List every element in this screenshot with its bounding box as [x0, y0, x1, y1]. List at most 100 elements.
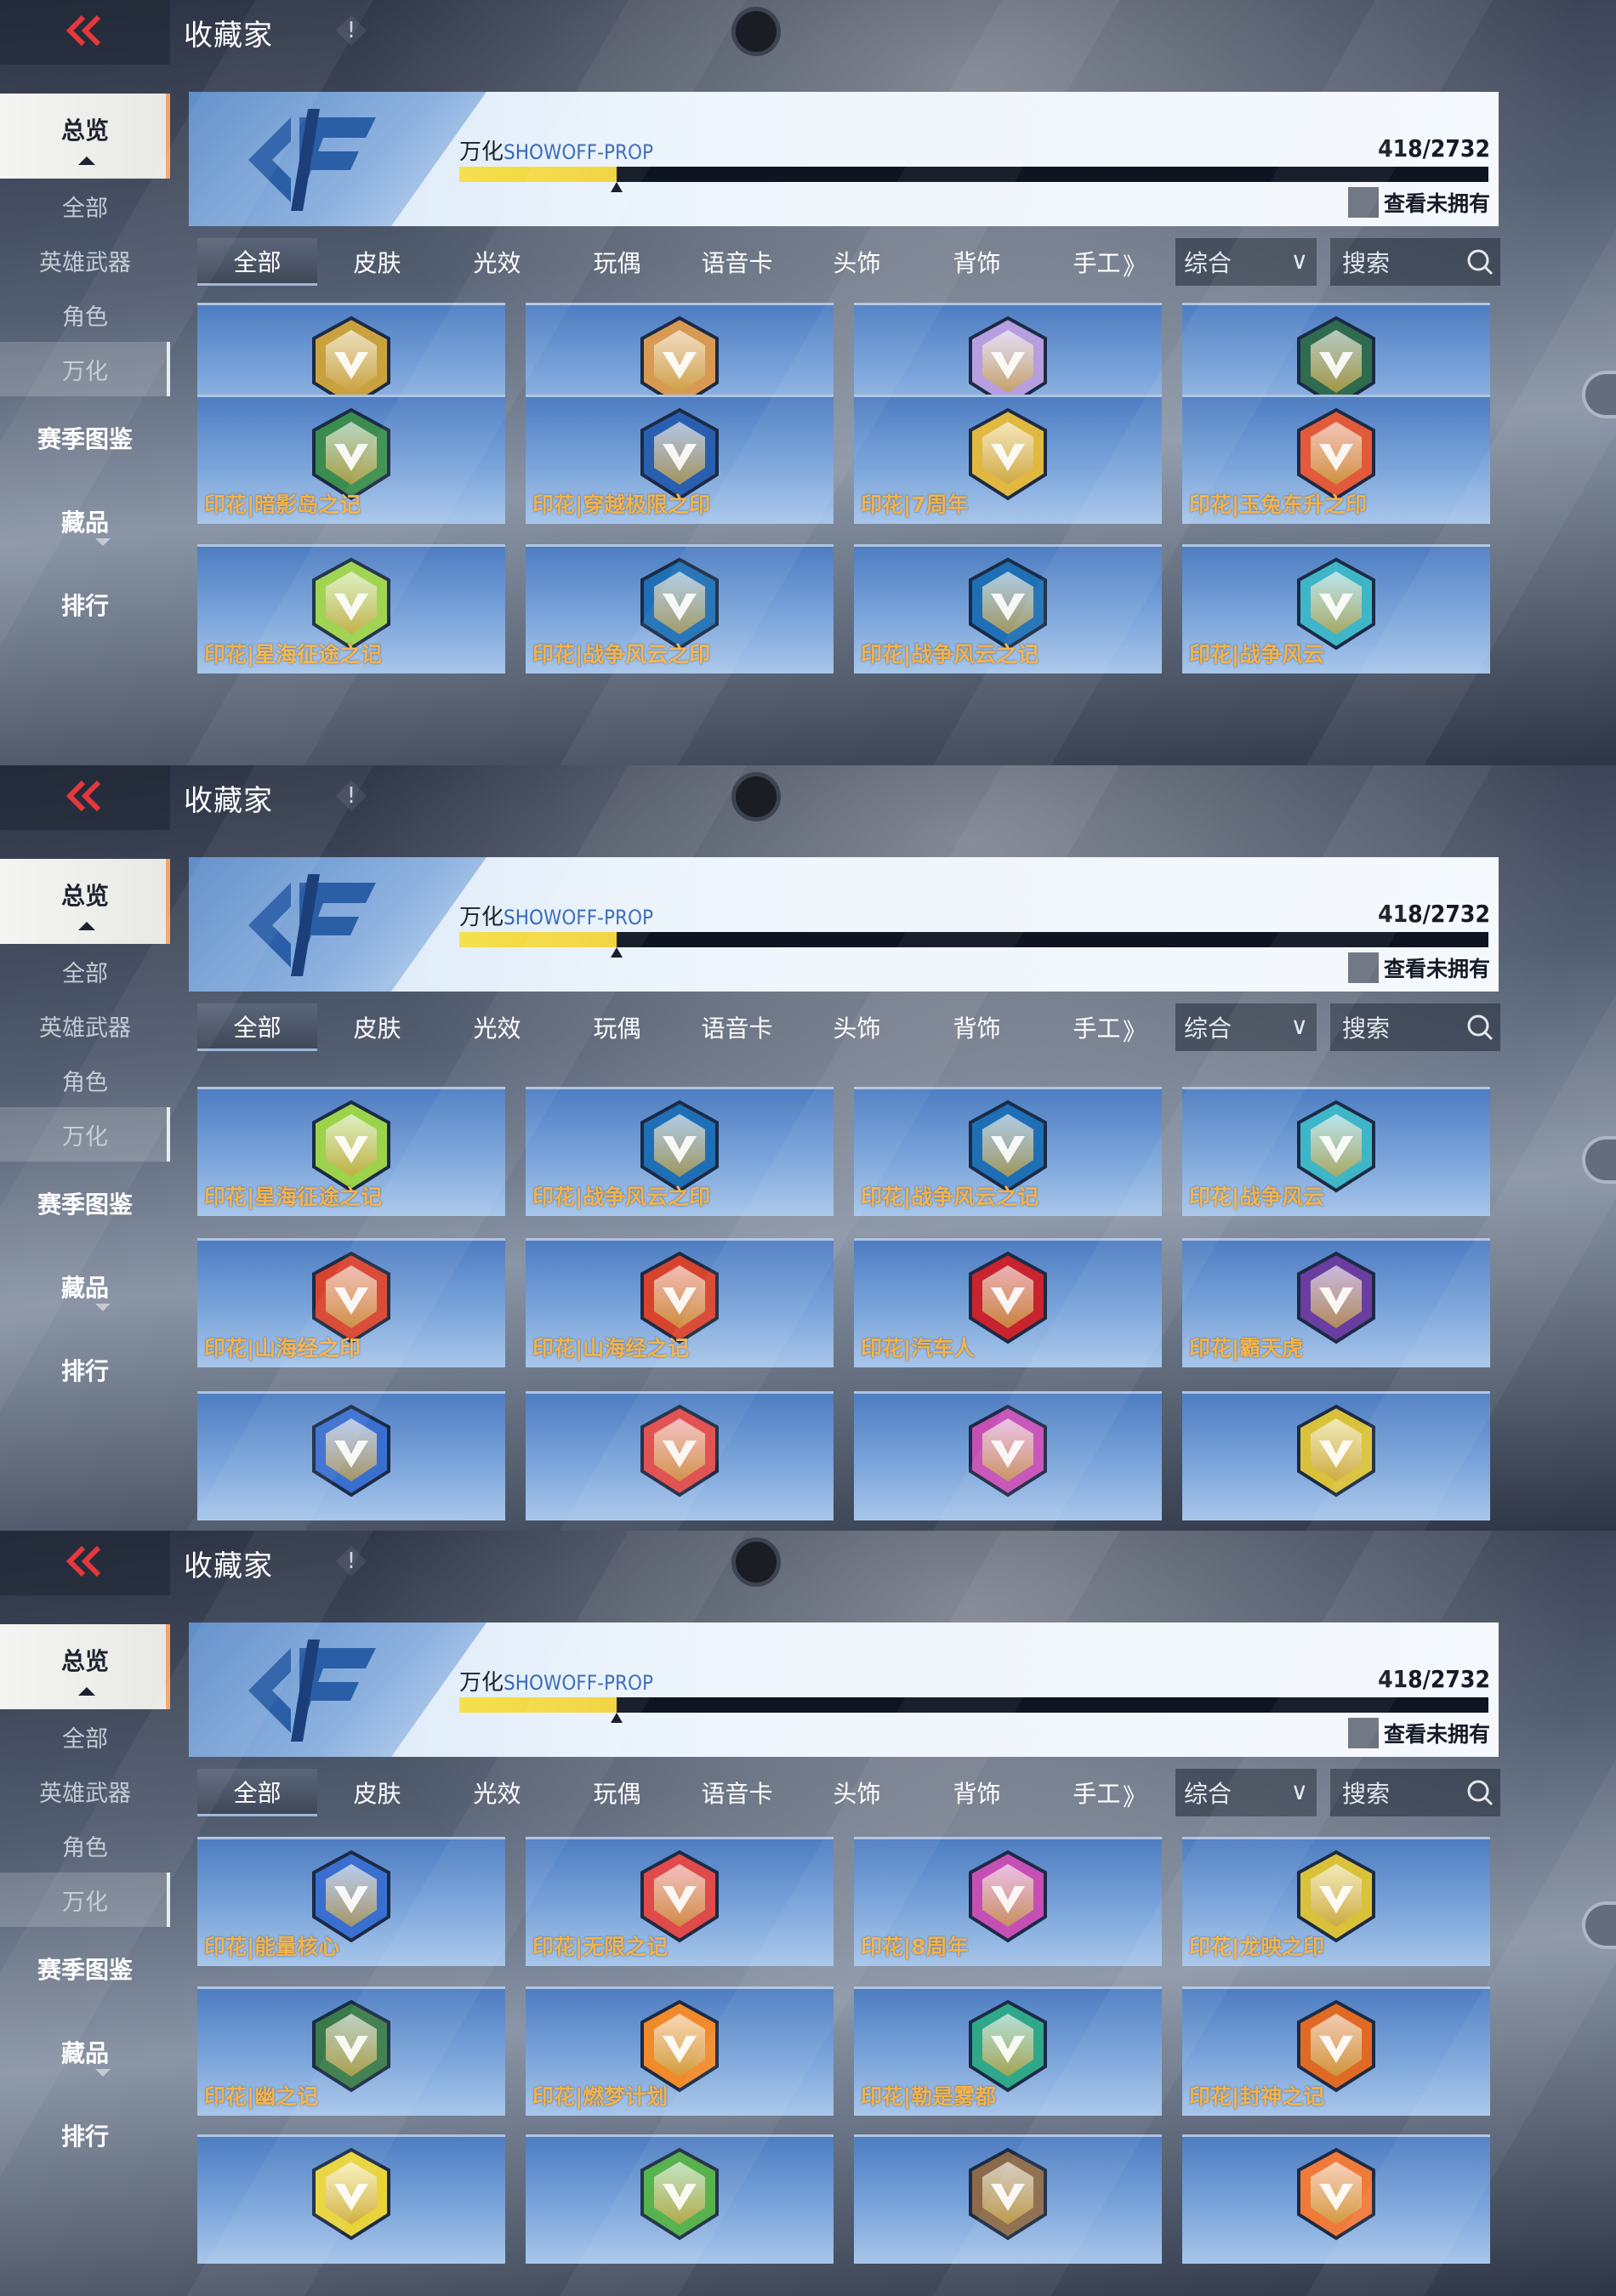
collection-item-card[interactable]: [1182, 2134, 1490, 2264]
collection-item-card[interactable]: 印花|能量核心: [197, 1837, 505, 1966]
sidebar-item-label: 排行: [60, 2123, 109, 2151]
collection-item-card[interactable]: 印花|战争风云之印: [526, 1087, 834, 1216]
collection-item-name: 印花|玉兔东升之印: [1189, 492, 1368, 517]
sidebar-item-overview[interactable]: 总览: [0, 1624, 170, 1709]
collector-panel: 收藏家! 总览 全部 英雄武器 角色 万化 赛季图鉴 藏品 排行 万化SHOWOFF-PROP 41…: [0, 0, 1616, 765]
collection-item-card[interactable]: 印花|8周年: [854, 1837, 1162, 1966]
sidebar-item-ranking[interactable]: 排行: [0, 2094, 170, 2177]
collector-panel: 收藏家! 总览 全部 英雄武器 角色 万化 赛季图鉴 藏品 排行 万化SHOWOFF-PROP 41…: [0, 765, 1616, 1531]
sidebar-item-season-atlas[interactable]: 赛季图鉴: [0, 396, 170, 480]
cf-logo-emblem-icon: [300, 2143, 402, 2245]
collection-item-card[interactable]: 印花|汽车人: [854, 1238, 1162, 1367]
sidebar-item-collectibles[interactable]: 藏品: [0, 480, 170, 563]
collection-item-name: 印花|勒是雾都: [861, 2084, 997, 2109]
collection-item-card[interactable]: 印花|战争风云之印: [526, 544, 834, 673]
collection-item-card[interactable]: [197, 1391, 505, 1520]
back-button[interactable]: [0, 1531, 170, 1595]
sidebar-item-all[interactable]: 全部: [0, 179, 170, 233]
sidebar-item-label: 角色: [62, 1069, 108, 1096]
collection-item-name: 印花|无限之记: [532, 1935, 669, 1959]
sidebar-item-hero-weapons[interactable]: 英雄武器: [0, 1764, 170, 1818]
collection-item-card[interactable]: 印花|燃梦计划: [526, 1986, 834, 2116]
collection-item-name: 印花|能量核心: [204, 1935, 340, 1959]
collection-item-name: 印花|战争风云之印: [532, 642, 711, 667]
collection-item-card[interactable]: 印花|暗影岛之记: [197, 395, 505, 524]
sidebar-item-hero-weapons[interactable]: 英雄武器: [0, 233, 170, 287]
collection-item-name: 印花|8周年: [861, 1935, 969, 1959]
sidebar-item-wanhua[interactable]: 万化: [0, 1873, 170, 1927]
sidebar-item-overview[interactable]: 总览: [0, 94, 170, 179]
collection-item-card[interactable]: 印花|战争风云之记: [854, 544, 1162, 673]
back-button[interactable]: [0, 0, 170, 65]
sidebar-item-label: 英雄武器: [39, 1014, 131, 1042]
sidebar-item-label: 赛季图鉴: [37, 425, 133, 453]
collection-item-card[interactable]: 印花|星海征途之记: [197, 1087, 505, 1216]
collection-item-card[interactable]: 印花|穿越极限之印: [526, 395, 834, 524]
caret-down-icon: [95, 2069, 111, 2077]
dragon-shadow-emblem-icon: [1285, 1400, 1387, 1502]
sidebar-item-wanhua[interactable]: 万化: [0, 342, 170, 396]
sidebar-item-ranking[interactable]: 排行: [0, 563, 170, 646]
floating-side-button[interactable]: [1582, 1136, 1616, 1184]
sidebar-item-characters[interactable]: 角色: [0, 287, 170, 342]
collection-item-name: 印花|战争风云之印: [532, 1185, 711, 1209]
sidebar-item-label: 全部: [62, 1725, 108, 1753]
collection-item-card[interactable]: [526, 1391, 834, 1520]
sidebar-item-label: 赛季图鉴: [37, 1191, 133, 1219]
collection-item-card[interactable]: [854, 1391, 1162, 1520]
collection-item-card[interactable]: [197, 2134, 505, 2264]
collection-item-card[interactable]: 印花|战争风云: [1182, 544, 1490, 673]
sidebar-item-all[interactable]: 全部: [0, 1709, 170, 1764]
sidebar-item-label: 赛季图鉴: [37, 1956, 133, 1984]
collection-item-name: 印花|龙映之印: [1189, 1935, 1325, 1959]
collection-item-card[interactable]: 印花|战争风云之记: [854, 1087, 1162, 1216]
eighth-anniversary-emblem-icon: [957, 1845, 1059, 1947]
collection-item-card[interactable]: 印花|龙映之印: [1182, 1837, 1490, 1966]
sidebar-item-collectibles[interactable]: 藏品: [0, 2010, 170, 2094]
sidebar-item-label: 总览: [60, 882, 109, 910]
sidebar-item-characters[interactable]: 角色: [0, 1818, 170, 1873]
sidebar-item-ranking[interactable]: 排行: [0, 1328, 170, 1412]
collector-panel: 收藏家! 总览 全部 英雄武器 角色 万化 赛季图鉴 藏品 排行 万化SHOWOFF-PROP 41…: [0, 1531, 1616, 2296]
collection-item-name: 印花|幽之记: [204, 2084, 319, 2109]
collection-item-card[interactable]: 印花|战争风云: [1182, 1087, 1490, 1216]
collection-item-name: 印花|7周年: [861, 492, 969, 517]
floating-side-button[interactable]: [1582, 1901, 1616, 1949]
collection-item-card[interactable]: [854, 2134, 1162, 2264]
sidebar-item-wanhua[interactable]: 万化: [0, 1107, 170, 1162]
sidebar-item-label: 排行: [60, 1357, 109, 1385]
sidebar-item-overview[interactable]: 总览: [0, 859, 170, 944]
collection-item-name: 印花|穿越极限之印: [532, 492, 711, 517]
collection-item-card[interactable]: [526, 2134, 834, 2264]
collection-item-card[interactable]: 印花|山海经之记: [526, 1238, 834, 1367]
collection-item-card[interactable]: 印花|山海经之印: [197, 1238, 505, 1367]
collection-item-card[interactable]: 印花|勒是雾都: [854, 1986, 1162, 2116]
sidebar: 总览全部英雄武器角色万化赛季图鉴藏品排行: [0, 859, 170, 1412]
sidebar-item-all[interactable]: 全部: [0, 944, 170, 998]
floating-side-button[interactable]: [1582, 371, 1616, 418]
sidebar-item-season-atlas[interactable]: 赛季图鉴: [0, 1162, 170, 1245]
sidebar-item-hero-weapons[interactable]: 英雄武器: [0, 998, 170, 1053]
back-button[interactable]: [0, 765, 170, 830]
collection-item-card[interactable]: 印花|7周年: [854, 395, 1162, 524]
sidebar-item-label: 全部: [62, 960, 108, 987]
collection-item-card[interactable]: 印花|幽之记: [197, 1986, 505, 2116]
collection-item-card[interactable]: 印花|无限之记: [526, 1837, 834, 1966]
sidebar-item-label: 排行: [60, 592, 109, 620]
collection-item-card[interactable]: 印花|霸天虎: [1182, 1238, 1490, 1367]
sidebar-item-characters[interactable]: 角色: [0, 1053, 170, 1107]
collection-item-card[interactable]: [1182, 1391, 1490, 1520]
eighth-anniversary-emblem-icon: [957, 1400, 1059, 1502]
sidebar: 总览全部英雄武器 角色 万化赛季图鉴藏品排行: [0, 1624, 170, 2177]
collection-item-name: 印花|山海经之记: [532, 1336, 690, 1361]
collection-item-card[interactable]: 印花|玉兔东升之印: [1182, 395, 1490, 524]
infinity-emblem-icon: [629, 1400, 731, 1502]
sidebar: 总览 全部 英雄武器 角色 万化赛季图鉴藏品排行: [0, 94, 170, 646]
collection-item-card[interactable]: 印花|星海征途之记: [197, 544, 505, 673]
double-chevron-left-icon: [65, 14, 105, 51]
sidebar-item-collectibles[interactable]: 藏品: [0, 1245, 170, 1328]
collection-item-card[interactable]: 印花|封神之记: [1182, 1986, 1490, 2116]
collection-item-name: 印花|星海征途之记: [204, 642, 383, 667]
sidebar-item-season-atlas[interactable]: 赛季图鉴: [0, 1927, 170, 2010]
tree-emblem-icon: [629, 2143, 731, 2245]
